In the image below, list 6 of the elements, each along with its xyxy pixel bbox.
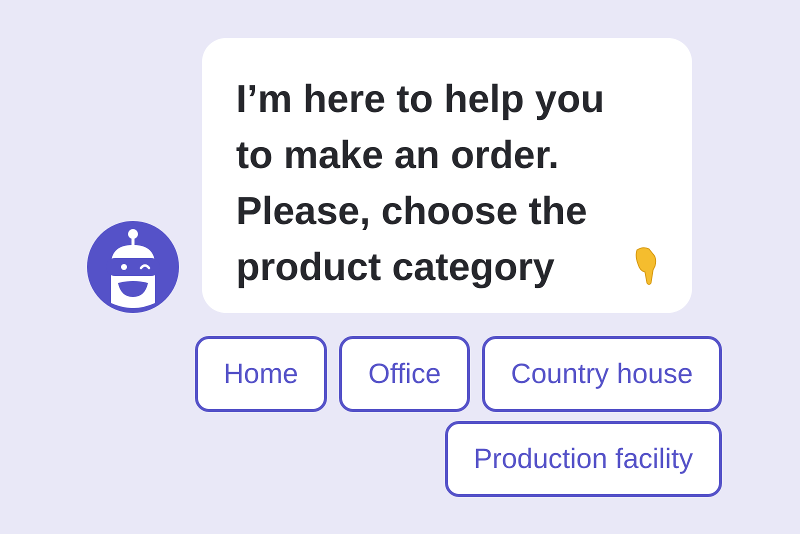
- robot-avatar-icon: [87, 221, 179, 313]
- option-button[interactable]: Production facility: [444, 421, 722, 497]
- option-button[interactable]: Home: [194, 336, 328, 412]
- option-button[interactable]: Office: [339, 336, 470, 412]
- message-text: I’m here to help you to make an order. Please, choose the product category: [236, 77, 606, 291]
- option-button[interactable]: Country house: [482, 336, 722, 412]
